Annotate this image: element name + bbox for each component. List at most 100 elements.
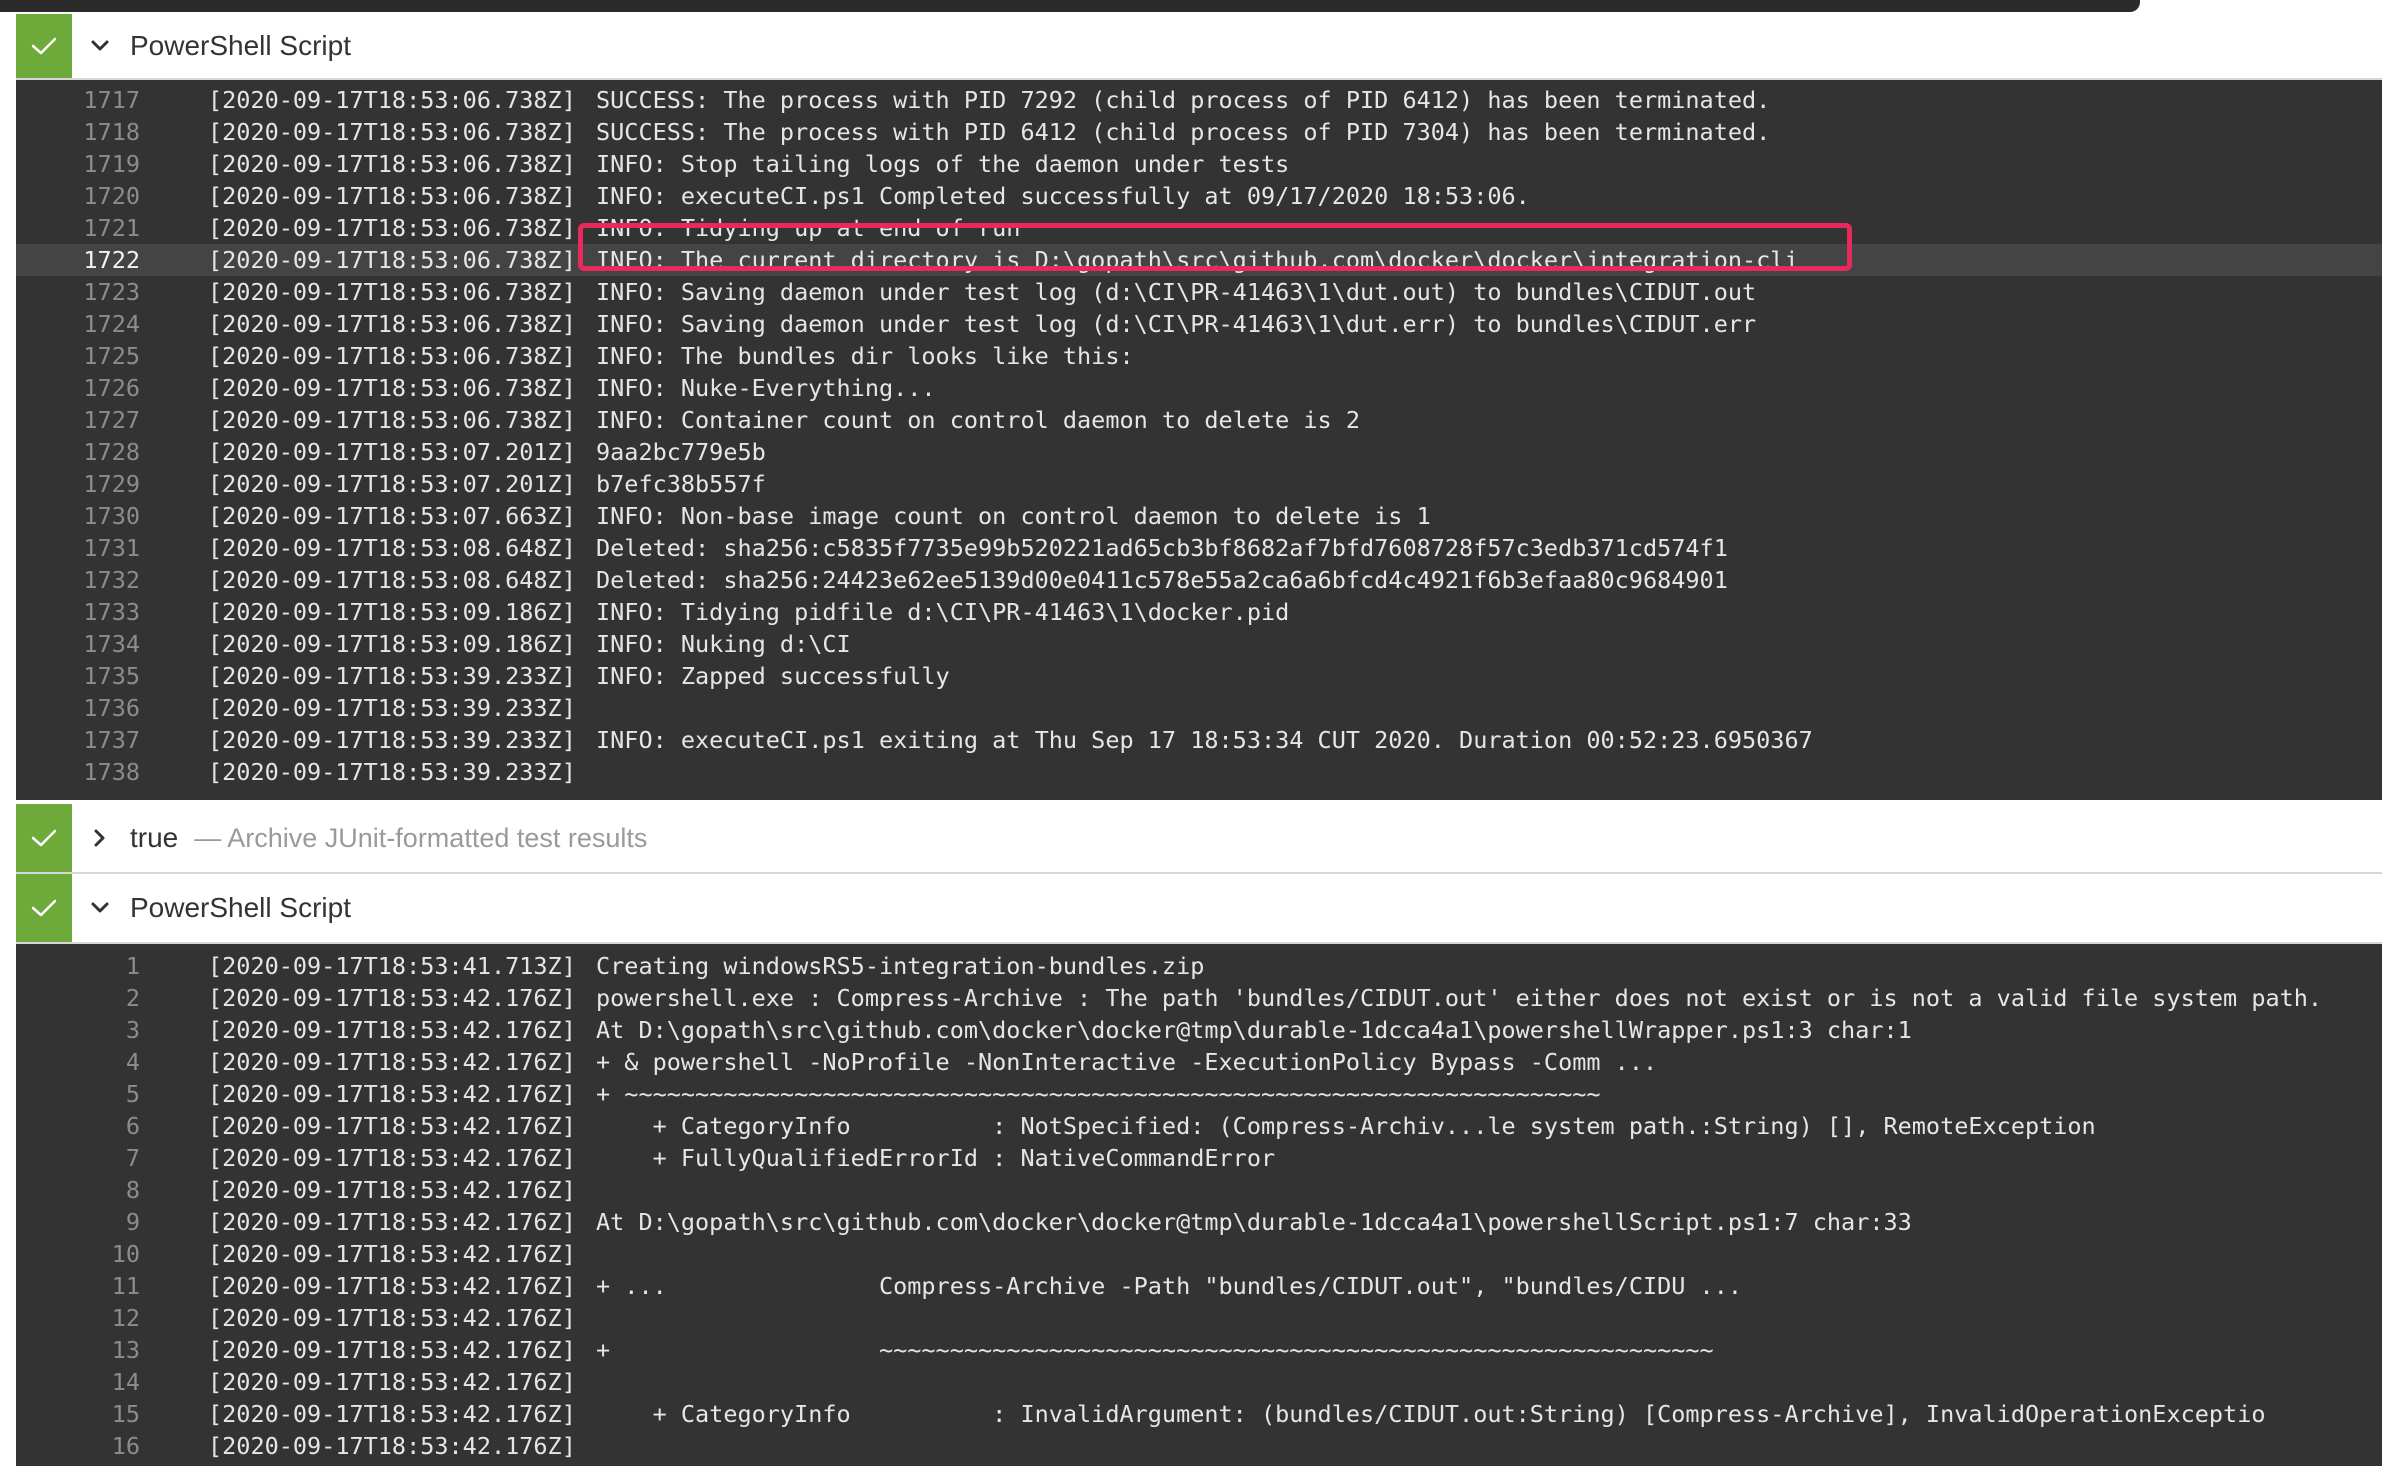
log-line: 1717 [2020-09-17T18:53:06.738Z] SUCCESS: T…	[16, 84, 2382, 116]
line-number[interactable]: 1727	[16, 404, 140, 436]
log-message: b7efc38b557f	[596, 470, 766, 498]
line-number[interactable]: 15	[16, 1398, 140, 1430]
log-message: + ~~~~~~~~~~~~~~~~~~~~~~~~~~~~~~~~~~~~~~…	[596, 1080, 1601, 1108]
log-line: 6 [2020-09-17T18:53:42.176Z] + CategoryIn…	[16, 1110, 2382, 1142]
log-timestamp: [2020-09-17T18:53:08.648Z]	[208, 534, 576, 562]
line-number[interactable]: 1735	[16, 660, 140, 692]
line-number[interactable]: 1736	[16, 692, 140, 724]
log-timestamp: [2020-09-17T18:53:42.176Z]	[208, 1080, 576, 1108]
line-number[interactable]: 1718	[16, 116, 140, 148]
log-message: INFO: Container count on control daemon …	[596, 406, 1361, 434]
log-timestamp: [2020-09-17T18:53:06.738Z]	[208, 246, 576, 274]
log-timestamp: [2020-09-17T18:53:42.176Z]	[208, 1336, 576, 1364]
line-number[interactable]: 1730	[16, 500, 140, 532]
log-timestamp: [2020-09-17T18:53:06.738Z]	[208, 86, 576, 114]
line-number[interactable]: 13	[16, 1334, 140, 1366]
log-timestamp: [2020-09-17T18:53:42.176Z]	[208, 1400, 576, 1428]
log-timestamp: [2020-09-17T18:53:42.176Z]	[208, 1112, 576, 1140]
log-line: 8 [2020-09-17T18:53:42.176Z]	[16, 1174, 2382, 1206]
line-number[interactable]: 1738	[16, 756, 140, 788]
line-number[interactable]: 1729	[16, 468, 140, 500]
log-message: INFO: The current directory is D:\gopath…	[596, 246, 1799, 274]
log-timestamp: [2020-09-17T18:53:07.663Z]	[208, 502, 576, 530]
log-timestamp: [2020-09-17T18:53:39.233Z]	[208, 662, 576, 690]
log-timestamp: [2020-09-17T18:53:06.738Z]	[208, 182, 576, 210]
chevron-right-icon[interactable]	[89, 827, 111, 849]
step-header-powershell-script-2[interactable]: PowerShell Script	[16, 874, 2382, 944]
line-number[interactable]: 5	[16, 1078, 140, 1110]
log-timestamp: [2020-09-17T18:53:07.201Z]	[208, 438, 576, 466]
log-timestamp: [2020-09-17T18:53:09.186Z]	[208, 598, 576, 626]
line-number[interactable]: 10	[16, 1238, 140, 1270]
toggle-button[interactable]	[72, 35, 128, 57]
chevron-down-icon[interactable]	[89, 35, 111, 57]
log-message: INFO: Saving daemon under test log (d:\C…	[596, 278, 1757, 306]
log-timestamp: [2020-09-17T18:53:42.176Z]	[208, 1304, 576, 1332]
status-success	[16, 14, 72, 78]
line-number[interactable]: 1722	[16, 244, 140, 276]
line-number[interactable]: 11	[16, 1270, 140, 1302]
line-number[interactable]: 14	[16, 1366, 140, 1398]
line-number[interactable]: 7	[16, 1142, 140, 1174]
line-number[interactable]: 1720	[16, 180, 140, 212]
line-number[interactable]: 1734	[16, 628, 140, 660]
line-number[interactable]: 1724	[16, 308, 140, 340]
toggle-button[interactable]	[72, 827, 128, 849]
top-strip	[0, 0, 2382, 14]
status-success	[16, 874, 72, 942]
log-line: 1731 [2020-09-17T18:53:08.648Z] Deleted: s…	[16, 532, 2382, 564]
console-output-2: 1 [2020-09-17T18:53:41.713Z] Creating wind…	[16, 944, 2382, 1466]
line-number[interactable]: 16	[16, 1430, 140, 1462]
log-line: 1722 [2020-09-17T18:53:06.738Z] INFO: The …	[16, 244, 2382, 276]
log-line: 16 [2020-09-17T18:53:42.176Z]	[16, 1430, 2382, 1462]
log-timestamp: [2020-09-17T18:53:07.201Z]	[208, 470, 576, 498]
left-edge	[0, 14, 16, 1466]
line-number[interactable]: 1725	[16, 340, 140, 372]
log-line: 1725 [2020-09-17T18:53:06.738Z] INFO: The …	[16, 340, 2382, 372]
line-number[interactable]: 1717	[16, 84, 140, 116]
line-number[interactable]: 9	[16, 1206, 140, 1238]
step-header-powershell-script-1[interactable]: PowerShell Script	[16, 14, 2382, 80]
line-number[interactable]: 1728	[16, 436, 140, 468]
log-timestamp: [2020-09-17T18:53:06.738Z]	[208, 342, 576, 370]
log-line: 11 [2020-09-17T18:53:42.176Z] + ... Compre…	[16, 1270, 2382, 1302]
line-number[interactable]: 1737	[16, 724, 140, 756]
check-icon	[31, 899, 57, 917]
log-timestamp: [2020-09-17T18:53:42.176Z]	[208, 1048, 576, 1076]
log-line: 7 [2020-09-17T18:53:42.176Z] + FullyQuali…	[16, 1142, 2382, 1174]
line-number[interactable]: 1731	[16, 532, 140, 564]
line-number[interactable]: 1719	[16, 148, 140, 180]
line-number[interactable]: 8	[16, 1174, 140, 1206]
log-line: 1718 [2020-09-17T18:53:06.738Z] SUCCESS: T…	[16, 116, 2382, 148]
log-message: At D:\gopath\src\github.com\docker\docke…	[596, 1016, 1912, 1044]
line-number[interactable]: 6	[16, 1110, 140, 1142]
line-number[interactable]: 1733	[16, 596, 140, 628]
line-number[interactable]: 3	[16, 1014, 140, 1046]
log-line: 1735 [2020-09-17T18:53:39.233Z] INFO: Zapp…	[16, 660, 2382, 692]
log-line: 1726 [2020-09-17T18:53:06.738Z] INFO: Nuke…	[16, 372, 2382, 404]
line-number[interactable]: 1726	[16, 372, 140, 404]
line-number[interactable]: 1723	[16, 276, 140, 308]
log-line: 1728 [2020-09-17T18:53:07.201Z] 9aa2bc779e…	[16, 436, 2382, 468]
line-number[interactable]: 2	[16, 982, 140, 1014]
log-timestamp: [2020-09-17T18:53:06.738Z]	[208, 214, 576, 242]
line-number[interactable]: 1	[16, 950, 140, 982]
toggle-button[interactable]	[72, 897, 128, 919]
log-line: 1720 [2020-09-17T18:53:06.738Z] INFO: exec…	[16, 180, 2382, 212]
log-message: + FullyQualifiedErrorId : NativeCommandE…	[596, 1144, 1276, 1172]
log-timestamp: [2020-09-17T18:53:06.738Z]	[208, 118, 576, 146]
log-timestamp: [2020-09-17T18:53:42.176Z]	[208, 1144, 576, 1172]
line-number[interactable]: 1732	[16, 564, 140, 596]
chevron-down-icon[interactable]	[89, 897, 111, 919]
step-header-archive-junit[interactable]: true — Archive JUnit-formatted test resu…	[16, 804, 2382, 874]
log-line: 1737 [2020-09-17T18:53:39.233Z] INFO: exec…	[16, 724, 2382, 756]
log-line: 1723 [2020-09-17T18:53:06.738Z] INFO: Savi…	[16, 276, 2382, 308]
log-message: INFO: Tidying up at end of run	[596, 214, 1021, 242]
log-timestamp: [2020-09-17T18:53:09.186Z]	[208, 630, 576, 658]
log-message: INFO: The bundles dir looks like this:	[596, 342, 1134, 370]
status-success	[16, 804, 72, 872]
line-number[interactable]: 12	[16, 1302, 140, 1334]
line-number[interactable]: 4	[16, 1046, 140, 1078]
log-line: 5 [2020-09-17T18:53:42.176Z] + ~~~~~~~~~~~…	[16, 1078, 2382, 1110]
line-number[interactable]: 1721	[16, 212, 140, 244]
